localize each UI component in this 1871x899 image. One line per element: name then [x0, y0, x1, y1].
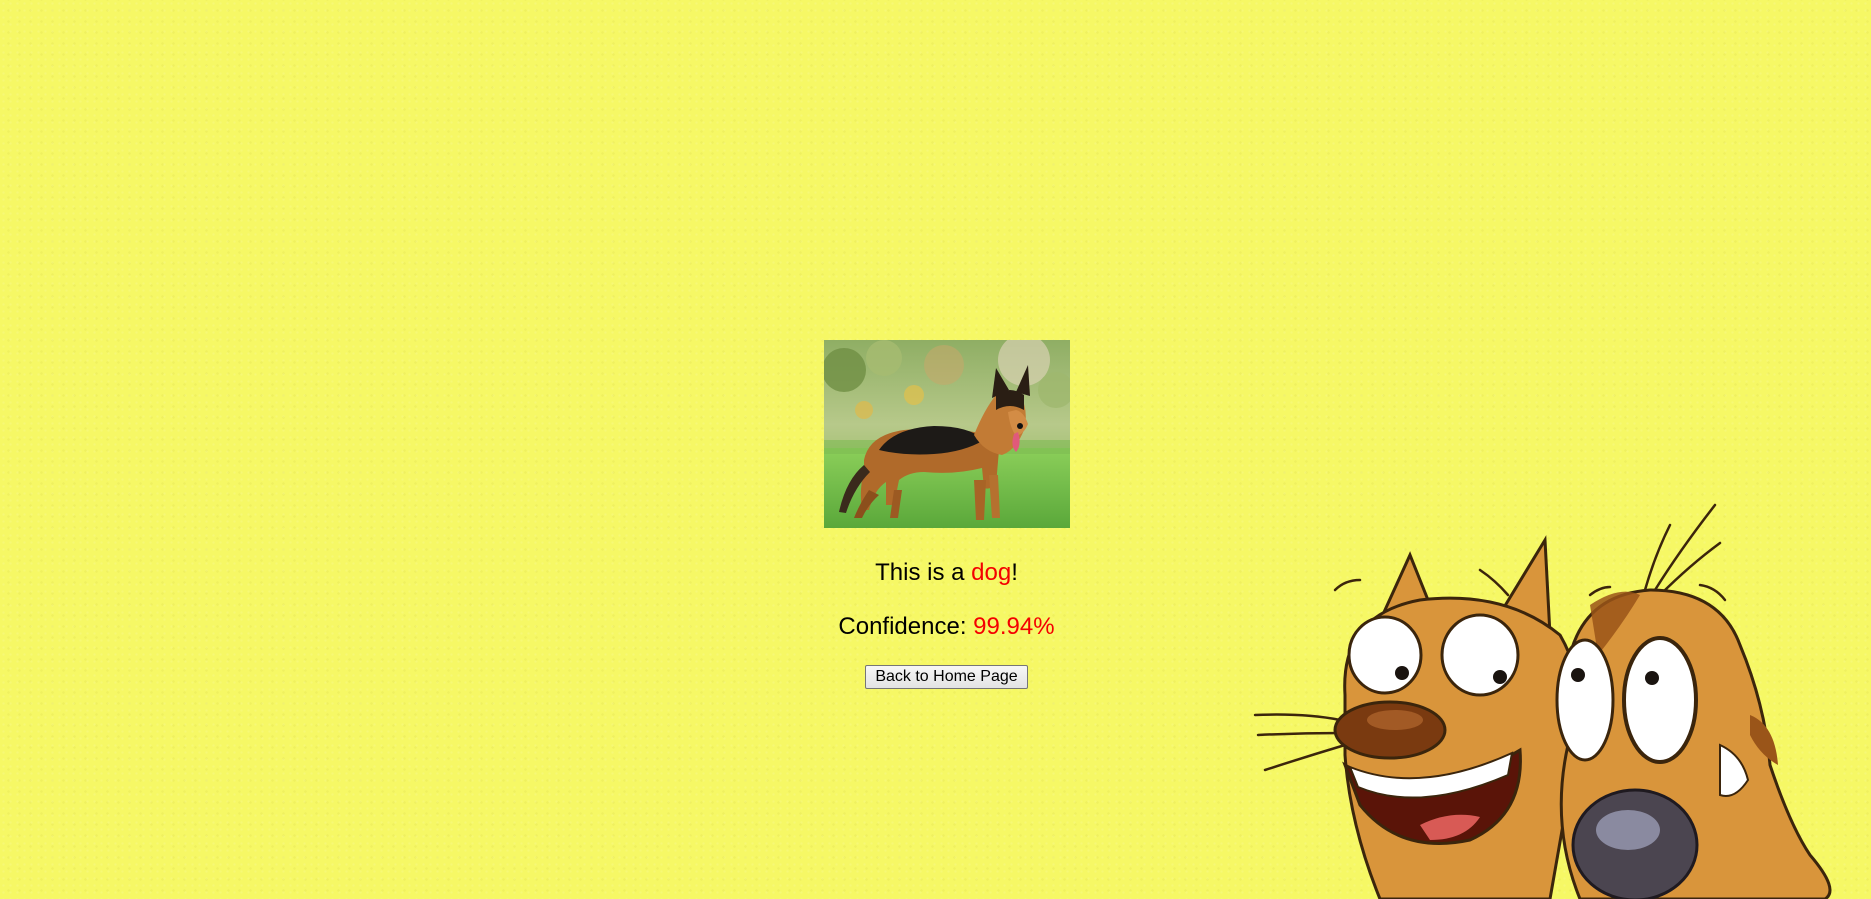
prediction-label: dog — [971, 559, 1012, 586]
prediction-text: This is a dog! — [875, 559, 1018, 587]
confidence-label: Confidence: — [838, 613, 974, 640]
back-to-home-button[interactable]: Back to Home Page — [865, 665, 1028, 689]
confidence-text: Confidence: 99.94% — [838, 613, 1054, 641]
prediction-suffix: ! — [1011, 559, 1018, 586]
prediction-prefix: This is a — [875, 559, 972, 586]
dog-photo — [823, 340, 1070, 528]
cartoon-catdog-image — [1253, 503, 1832, 899]
confidence-value: 99.94% — [973, 613, 1055, 640]
